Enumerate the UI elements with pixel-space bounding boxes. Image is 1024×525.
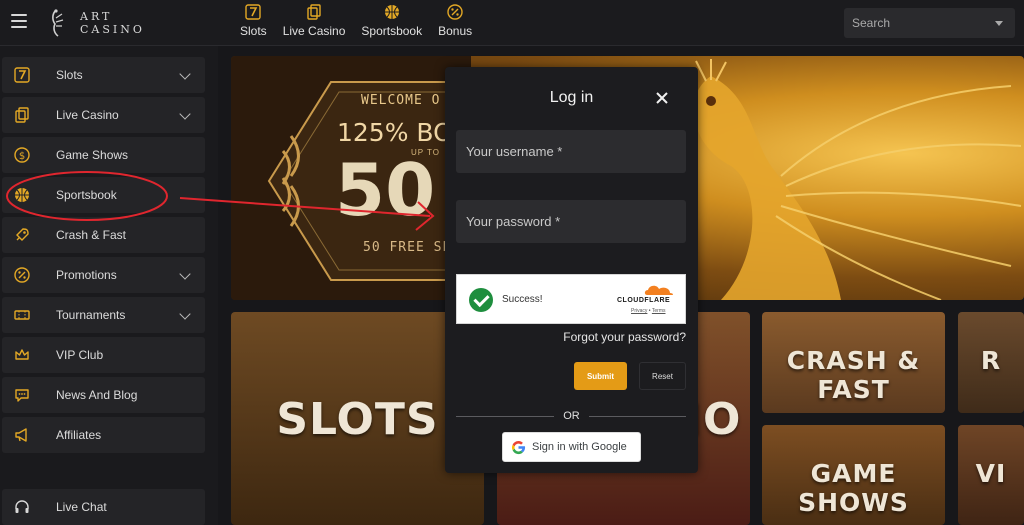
sidebar-item-promotions[interactable]: Promotions [2,257,205,293]
sidebar-item-game-shows[interactable]: $ Game Shows [2,137,205,173]
chat-icon [15,389,29,402]
topnav-label: Slots [240,24,267,38]
topnav-slots[interactable]: Slots [240,4,267,38]
rocket-icon [16,228,29,241]
basketball-icon [384,5,399,19]
chevron-down-icon[interactable] [179,308,191,320]
captcha-links: Privacy • Terms [631,308,666,314]
sidebar-item-affiliates[interactable]: Affiliates [2,417,205,453]
megaphone-icon [15,428,27,442]
topnav-label: Bonus [438,24,473,38]
sidebar-item-live-casino[interactable]: Live Casino [2,97,205,133]
google-logo-icon [511,440,526,455]
sidebar-item-sportsbook[interactable]: Sportsbook [2,177,205,213]
close-icon[interactable] [655,91,669,105]
live-chat-button[interactable]: Live Chat [2,489,205,525]
topnav-sportsbook[interactable]: Sportsbook [361,4,422,38]
sidebar-item-label: Slots [56,68,83,82]
reset-button[interactable]: Reset [639,362,686,390]
sidebar-item-tournaments[interactable]: Tournaments [2,297,205,333]
sidebar-item-slots[interactable]: Slots [2,57,205,93]
captcha-widget[interactable]: Success! CLOUDFLARE Privacy • Terms [456,274,686,324]
sidebar-item-label: Promotions [56,268,117,282]
login-modal: Log in Success! CLOUDFLARE Privacy • Ter… [445,67,698,473]
tile-crash-label: CRASH & FAST [786,346,921,404]
search-box[interactable] [844,8,1015,38]
password-field[interactable] [456,200,686,243]
google-signin-label: Sign in with Google [532,441,627,453]
sidebar-item-label: Live Casino [56,108,119,122]
ticket-icon [14,310,30,320]
tile-partial-top[interactable]: R [958,312,1024,413]
topnav-live-casino[interactable]: Live Casino [282,4,346,38]
terms-link[interactable]: Terms [652,308,666,314]
captcha-brand: CLOUDFLARE [617,297,671,304]
seven-icon [14,67,30,83]
google-signin-button[interactable]: Sign in with Google [502,432,641,462]
sidebar-item-news-blog[interactable]: News And Blog [2,377,205,413]
sidebar-item-label: News And Blog [56,388,138,402]
sidebar-item-label: Game Shows [56,148,129,162]
privacy-link[interactable]: Privacy [631,308,647,314]
logo[interactable]: ART CASINO [46,8,156,38]
chevron-down-icon[interactable] [995,21,1003,26]
tile-partial-bottom-label: VI [975,459,1007,488]
chevron-down-icon[interactable] [179,108,191,120]
percent-icon [14,267,30,283]
submit-button[interactable]: Submit [574,362,627,390]
topnav-bonus[interactable]: Bonus [438,4,472,38]
sidebar-item-label: Affiliates [56,428,102,442]
svg-text:$: $ [19,151,25,162]
tile-game-label: GAME SHOWS [798,459,909,517]
sidebar-item-crash-fast[interactable]: Crash & Fast [2,217,205,253]
chevron-down-icon[interactable] [179,68,191,80]
logo-line-1: ART [80,10,113,23]
banner-bonus-percent: 125% BO [337,118,453,147]
username-field[interactable] [456,130,686,173]
menu-icon[interactable] [11,14,27,28]
or-separator: OR [563,410,580,422]
tile-game-shows[interactable]: GAME SHOWS [762,425,945,525]
sidebar: Slots Live Casino $ Game Shows Sportsboo… [0,46,218,525]
cards-icon [307,4,321,20]
banner-amount: 50 [335,148,436,232]
headset-icon [15,500,29,513]
crown-icon [15,349,29,360]
cards-icon [15,107,29,123]
sidebar-item-vip-club[interactable]: VIP Club [2,337,205,373]
cloudflare-logo-icon [644,285,674,295]
captcha-link-sep: • [648,308,651,314]
sidebar-item-label: Crash & Fast [56,228,127,242]
check-icon [469,288,493,312]
coin-icon: $ [14,147,30,163]
search-input[interactable] [844,8,984,38]
sidebar-item-label: Sportsbook [56,188,117,202]
percent-icon [447,4,463,20]
tile-partial-bottom[interactable]: VI [958,425,1024,525]
forgot-password-link[interactable]: Forgot your password? [563,330,686,344]
sidebar-item-label: VIP Club [56,348,104,362]
banner-welcome: WELCOME O [361,93,441,108]
chevron-down-icon[interactable] [179,268,191,280]
tile-partial-top-label: R [980,346,1002,375]
peacock-logo-icon [52,9,64,37]
live-chat-label: Live Chat [56,500,107,514]
sidebar-item-label: Tournaments [56,308,126,322]
top-bar: ART CASINO Slots Live Casino Sportsbook … [0,0,1024,46]
seven-icon [245,4,262,20]
logo-line-2: CASINO [80,23,145,36]
logo-text: ART CASINO [80,10,145,36]
topnav-label: Live Casino [282,24,346,38]
topnav-label: Sportsbook [361,24,423,38]
basketball-icon [15,188,29,202]
captcha-status: Success! [502,294,543,305]
top-nav: Slots Live Casino Sportsbook Bonus [240,4,488,38]
banner-free-spins: 50 FREE SP [363,240,452,255]
tile-crash-fast[interactable]: CRASH & FAST [762,312,945,413]
